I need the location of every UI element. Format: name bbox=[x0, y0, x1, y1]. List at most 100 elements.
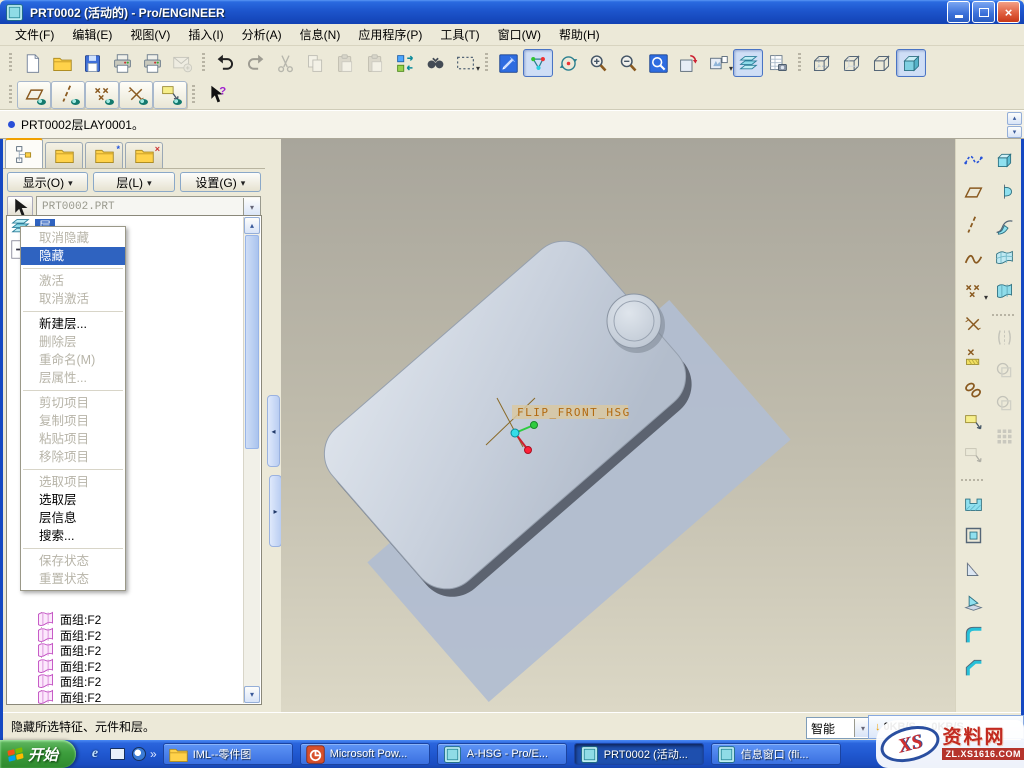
extrude-button[interactable] bbox=[989, 145, 1019, 174]
context-menu-item[interactable]: 取消激活 bbox=[21, 290, 125, 308]
new-file-button[interactable] bbox=[17, 49, 47, 77]
trim-button[interactable] bbox=[989, 323, 1019, 352]
sweep-button[interactable] bbox=[989, 211, 1019, 240]
restore-button[interactable] bbox=[972, 1, 995, 23]
repaint-button[interactable] bbox=[493, 49, 523, 77]
paste-special-button[interactable] bbox=[360, 49, 390, 77]
quick-launch-overflow-chevron[interactable]: » bbox=[150, 747, 157, 761]
minimize-button[interactable] bbox=[947, 1, 970, 23]
scrollbar-thumb[interactable] bbox=[245, 235, 259, 449]
datum-plane-button[interactable] bbox=[958, 178, 988, 207]
tree-item[interactable]: 面组:F2 bbox=[35, 659, 241, 675]
context-menu-item[interactable]: 剪切项目 bbox=[21, 394, 125, 412]
view-manager-button[interactable] bbox=[763, 49, 793, 77]
draft-button[interactable] bbox=[958, 587, 988, 616]
shell-button[interactable] bbox=[958, 521, 988, 550]
cut-button[interactable] bbox=[270, 49, 300, 77]
print-button[interactable] bbox=[107, 49, 137, 77]
context-menu-item[interactable]: 删除层 bbox=[21, 333, 125, 351]
context-menu-item[interactable]: 搜索... bbox=[21, 527, 125, 545]
settings-menu-button[interactable]: 设置(G) bbox=[180, 172, 261, 192]
layers-button[interactable] bbox=[733, 49, 763, 77]
tab-folder-browser[interactable] bbox=[45, 142, 83, 168]
plot-status-button[interactable] bbox=[137, 49, 167, 77]
taskbar-task[interactable]: Microsoft Pow... bbox=[300, 743, 430, 765]
undo-button[interactable] bbox=[210, 49, 240, 77]
tab-connections[interactable]: × bbox=[125, 142, 163, 168]
paste-button[interactable] bbox=[330, 49, 360, 77]
zoom-in-button[interactable] bbox=[583, 49, 613, 77]
annotations-toggle[interactable] bbox=[153, 81, 187, 109]
menu-item[interactable]: 插入(I) bbox=[179, 24, 232, 45]
panel-splitter[interactable] bbox=[265, 139, 281, 712]
datum-point-button[interactable] bbox=[958, 277, 988, 306]
chamfer-button[interactable] bbox=[958, 653, 988, 682]
datum-points-toggle[interactable] bbox=[85, 81, 119, 109]
offset-button[interactable] bbox=[989, 356, 1019, 385]
menu-item[interactable]: 分析(A) bbox=[233, 24, 291, 45]
menu-item[interactable]: 帮助(H) bbox=[550, 24, 609, 45]
wireframe-button[interactable] bbox=[806, 49, 836, 77]
open-button[interactable] bbox=[47, 49, 77, 77]
context-menu-item[interactable]: 移除项目 bbox=[21, 448, 125, 466]
context-menu-item[interactable]: 新建层... bbox=[21, 315, 125, 333]
tab-model-tree[interactable] bbox=[5, 138, 43, 168]
saved-views-button[interactable] bbox=[703, 49, 733, 77]
collapse-left-button[interactable] bbox=[267, 395, 280, 467]
tree-item[interactable]: 面组:F2 bbox=[35, 643, 241, 659]
context-menu-item[interactable]: 选取层 bbox=[21, 491, 125, 509]
round-button[interactable] bbox=[958, 620, 988, 649]
curve-button[interactable] bbox=[958, 244, 988, 273]
layer-menu-button[interactable]: 层(L) bbox=[93, 172, 174, 192]
context-menu-item[interactable]: 取消隐藏 bbox=[21, 229, 125, 247]
datum-axis-button[interactable] bbox=[958, 211, 988, 240]
annotation-group-button[interactable] bbox=[958, 442, 988, 471]
menu-item[interactable]: 文件(F) bbox=[6, 24, 63, 45]
context-menu-item[interactable]: 重置状态 bbox=[21, 570, 125, 588]
save-button[interactable] bbox=[77, 49, 107, 77]
scroll-down-button[interactable] bbox=[1007, 126, 1022, 139]
graphics-viewport[interactable]: FLIP_FRONT_HSG bbox=[281, 139, 955, 712]
reorient-button[interactable] bbox=[673, 49, 703, 77]
scroll-up-button[interactable] bbox=[1007, 112, 1022, 125]
copy-geometry-button[interactable] bbox=[989, 389, 1019, 418]
datum-axes-toggle[interactable] bbox=[51, 81, 85, 109]
scroll-down-button[interactable] bbox=[244, 686, 260, 703]
send-email-button[interactable] bbox=[167, 49, 197, 77]
show-desktop-icon[interactable] bbox=[108, 745, 126, 763]
redo-button[interactable] bbox=[240, 49, 270, 77]
datum-target-button[interactable] bbox=[958, 343, 988, 372]
taskbar-task[interactable]: PRT0002 (活动... bbox=[574, 743, 704, 765]
context-menu-item[interactable]: 复制项目 bbox=[21, 412, 125, 430]
revolve-button[interactable] bbox=[989, 178, 1019, 207]
context-menu-item[interactable]: 层属性... bbox=[21, 369, 125, 387]
menu-item[interactable]: 应用程序(P) bbox=[349, 24, 431, 45]
tree-item[interactable]: 面组:F2 bbox=[35, 690, 241, 706]
start-button[interactable]: 开始 bbox=[0, 740, 76, 768]
find-button[interactable] bbox=[420, 49, 450, 77]
taskbar-task[interactable]: IML--零件图 bbox=[163, 743, 293, 765]
hidden-line-button[interactable] bbox=[836, 49, 866, 77]
pattern-button[interactable] bbox=[989, 422, 1019, 451]
taskbar-task[interactable]: 信息窗口 (fli... bbox=[711, 743, 841, 765]
annotation-button[interactable] bbox=[958, 409, 988, 438]
close-button[interactable] bbox=[997, 1, 1020, 23]
menu-item[interactable]: 工具(T) bbox=[431, 24, 488, 45]
context-menu-item[interactable]: 粘贴项目 bbox=[21, 430, 125, 448]
style-button[interactable] bbox=[989, 277, 1019, 306]
refit-button[interactable] bbox=[643, 49, 673, 77]
tab-favorites[interactable]: * bbox=[85, 142, 123, 168]
context-menu-item[interactable]: 层信息 bbox=[21, 509, 125, 527]
hinge-boss[interactable] bbox=[607, 294, 661, 348]
copy-button[interactable] bbox=[300, 49, 330, 77]
datum-planes-toggle[interactable] bbox=[17, 81, 51, 109]
shaded-button[interactable] bbox=[896, 49, 926, 77]
select-box-button[interactable] bbox=[450, 49, 480, 77]
internet-explorer-icon[interactable]: e bbox=[86, 745, 104, 763]
combo-dropdown-button[interactable] bbox=[243, 198, 260, 216]
tree-scrollbar[interactable] bbox=[243, 217, 260, 703]
boundary-blend-button[interactable] bbox=[989, 244, 1019, 273]
context-menu-item[interactable]: 重命名(M) bbox=[21, 351, 125, 369]
menu-item[interactable]: 编辑(E) bbox=[63, 24, 121, 45]
regenerate-button[interactable] bbox=[390, 49, 420, 77]
